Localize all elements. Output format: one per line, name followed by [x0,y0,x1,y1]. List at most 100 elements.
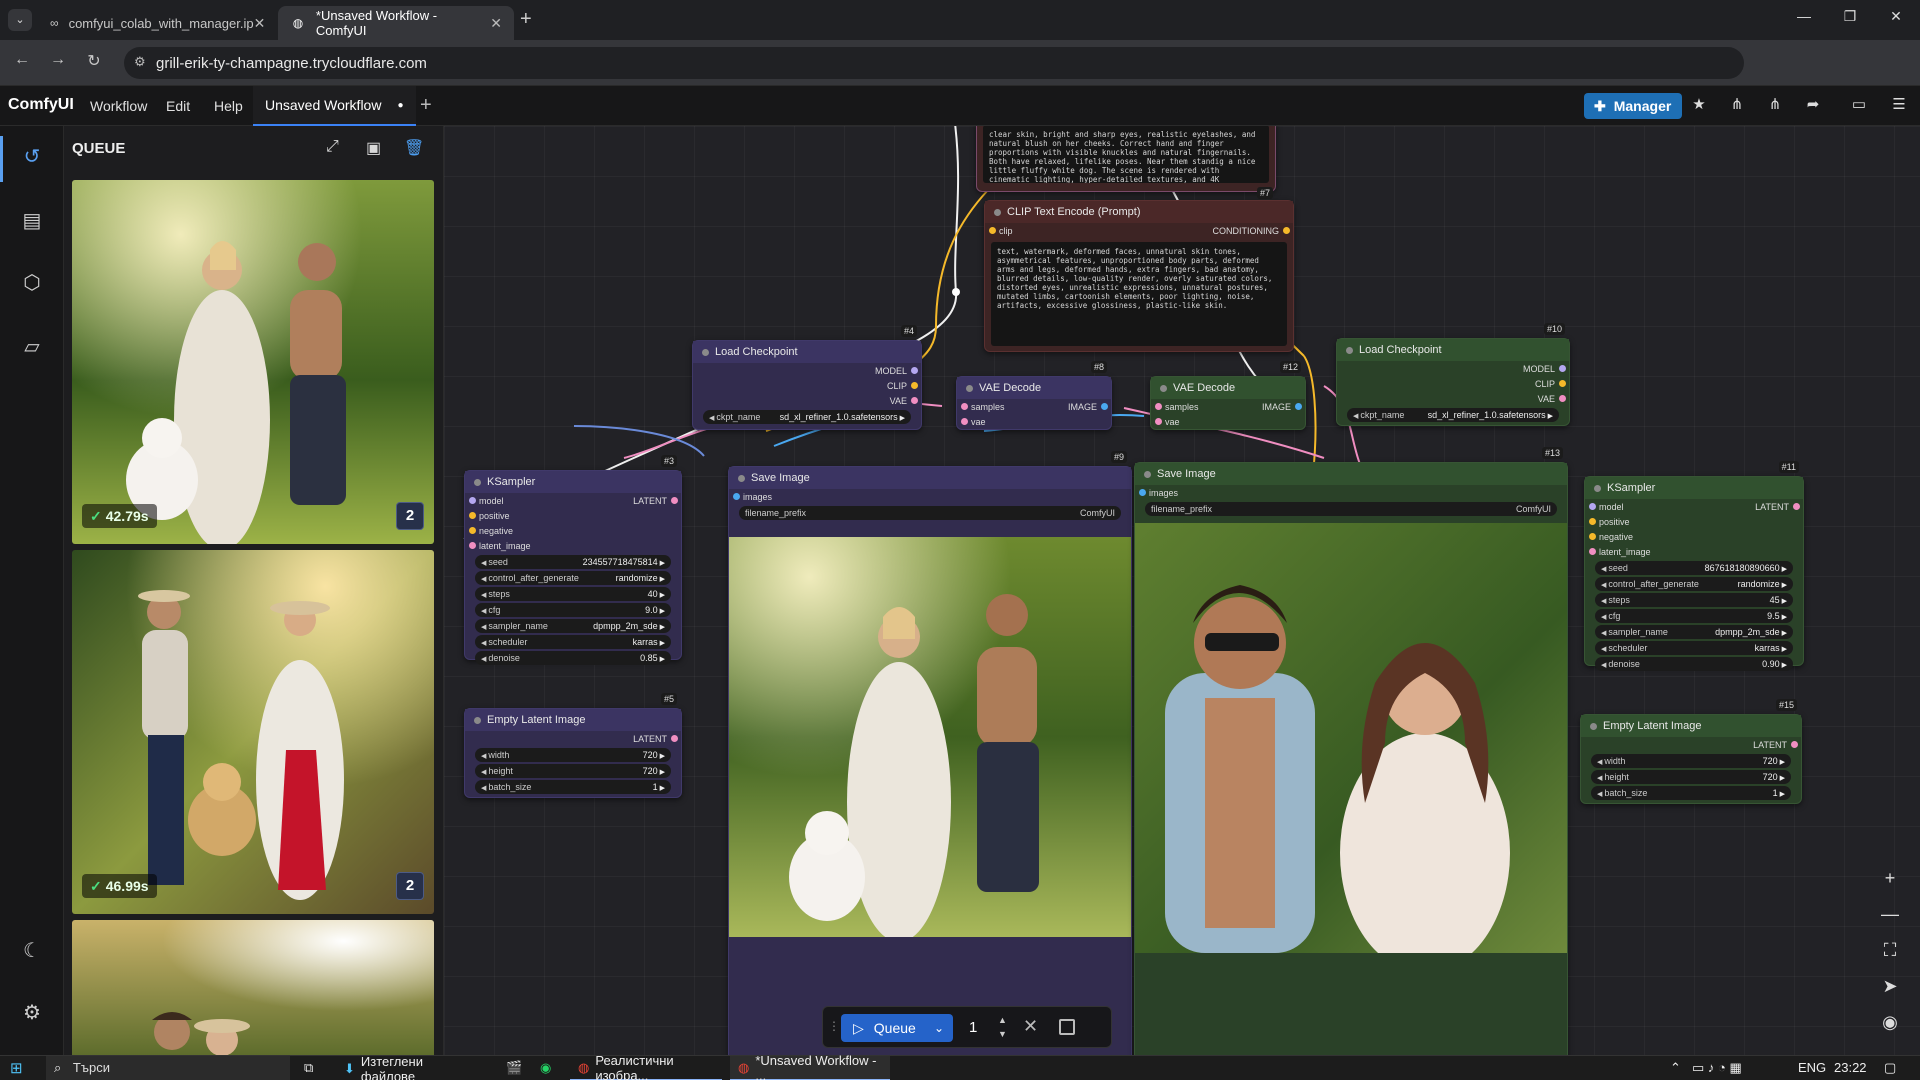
sampler-name-widget[interactable]: sampler_name dpmpp_2m_sde [475,619,671,633]
taskbar-app-chrome-1[interactable]: ◍ Реалистични изобра... [570,1053,722,1080]
clip-text-encode-negative-node[interactable]: CLIP Text Encode (Prompt) clip CONDITION… [984,200,1294,352]
empty-latent-image-node[interactable]: #15 Empty Latent Image LATENT width 720 h… [1580,699,1802,804]
new-tab-button[interactable]: + [520,8,532,31]
width-widget[interactable]: width 720 [475,748,671,762]
new-workflow-button[interactable]: + [420,94,432,117]
height-widget[interactable]: height 720 [475,764,671,778]
forward-button[interactable]: → [46,51,70,75]
positive-prompt-textarea[interactable]: clear skin, bright and sharp eyes, reali… [983,126,1269,183]
seed-widget[interactable]: seed 867618180890660 [1595,561,1793,575]
denoise-widget[interactable]: denoise 0.90 [1595,657,1793,671]
filename-prefix-widget[interactable]: filename_prefix ComfyUI [739,506,1121,520]
output-count-badge[interactable]: 2 [396,872,424,900]
notifications-icon[interactable]: ▢ [1884,1060,1896,1076]
load-checkpoint-node[interactable]: #10 Load Checkpoint MODEL CLIP VAE ckpt_… [1336,323,1570,426]
ksampler-node[interactable]: #3 KSampler model LATENT positive negati… [464,455,682,665]
manager-button[interactable]: ✚ Manager [1584,93,1682,119]
language-indicator[interactable]: ENG [1798,1060,1826,1075]
input-slot-positive[interactable]: positive [1585,514,1803,529]
control-after-generate-widget[interactable]: control_after_generate randomize [1595,577,1793,591]
input-slot-samples[interactable]: samples [957,399,1005,414]
negative-prompt-textarea[interactable]: text, watermark, deformed faces, unnatur… [991,242,1287,346]
clapper-app-icon[interactable]: 🎬 [506,1060,522,1076]
batch-size-widget[interactable]: batch_size 1 [1591,786,1791,800]
cfg-widget[interactable]: cfg 9.0 [475,603,671,617]
queue-mode-dropdown[interactable]: ⌄ [925,1014,953,1042]
menu-help[interactable]: Help [214,98,243,114]
input-slot-negative[interactable]: negative [1585,529,1803,544]
whatsapp-icon[interactable]: ◉ [540,1060,551,1076]
zoom-out-icon[interactable]: — [1870,896,1910,932]
close-icon[interactable]: ✕ [254,15,266,32]
windows-start-icon[interactable]: ⊞ [10,1059,23,1077]
output-image-preview[interactable] [1135,523,1567,953]
scheduler-widget[interactable]: scheduler karras [475,635,671,649]
taskbar-search[interactable]: ⌕ Търси [46,1056,290,1080]
batch-count-input[interactable]: 1 [969,1019,977,1036]
output-slot-model[interactable]: MODEL [693,363,921,378]
vae-decode-node[interactable]: #8 VAE Decode samples IMAGE vae [956,361,1112,430]
ksampler-node[interactable]: #11 KSampler model LATENT positive negat… [1584,461,1804,671]
input-slot-vae[interactable]: vae [957,414,1111,429]
zoom-in-icon[interactable]: + [1870,860,1910,896]
star-icon[interactable]: ★ [1688,95,1710,117]
node-library-icon[interactable]: ▤ [18,208,46,236]
output-slot-latent[interactable]: LATENT [1755,499,1803,514]
sampler-name-widget[interactable]: sampler_name dpmpp_2m_sde [1595,625,1793,639]
window-close-button[interactable]: ✕ [1876,8,1916,32]
save-image-node[interactable]: #9 Save Image images filename_prefix Comf… [728,451,1132,1055]
cancel-icon[interactable]: ✕ [1023,1016,1038,1037]
workflow-tab[interactable]: Unsaved Workflow ● [253,86,416,126]
save-image-node[interactable]: #13 Save Image images filename_prefix Com… [1134,447,1568,1055]
output-slot-image[interactable]: IMAGE [1262,399,1305,414]
input-slot-positive[interactable]: positive [465,508,681,523]
fit-view-icon[interactable]: ⛶ [1870,932,1910,968]
clip-text-encode-positive-node[interactable]: clear skin, bright and sharp eyes, reali… [976,126,1276,199]
empty-latent-image-node[interactable]: #5 Empty Latent Image LATENT width 720 he… [464,693,682,798]
select-mode-icon[interactable]: ➤ [1870,968,1910,1004]
restore-button[interactable]: ❐ [1830,8,1870,32]
output-slot-clip[interactable]: CLIP [693,378,921,393]
panel-toggle-icon[interactable]: ▭ [1848,95,1870,117]
load-checkpoint-node[interactable]: #4 Load Checkpoint MODEL CLIP VAE ckpt_n… [692,325,922,430]
share-icon[interactable]: ➦ [1802,95,1824,117]
stop-icon[interactable] [1059,1019,1075,1035]
tab-search-button[interactable]: ⌄ [8,9,32,31]
graph-canvas[interactable]: clear skin, bright and sharp eyes, reali… [444,126,1920,1055]
theme-moon-icon[interactable]: ☾ [18,938,46,966]
model-icon[interactable]: ⋔ [1726,95,1748,117]
minimize-button[interactable]: — [1784,8,1824,32]
vae-decode-node[interactable]: #12 VAE Decode samples IMAGE vae [1150,361,1306,430]
queue-item[interactable]: ✓ 42.79s 2 [72,180,434,544]
cfg-widget[interactable]: cfg 9.5 [1595,609,1793,623]
output-slot-clip[interactable]: CLIP [1337,376,1569,391]
browser-tab-comfyui[interactable]: ◍ *Unsaved Workflow - ComfyUI ✕ [278,6,514,40]
taskbar-app-downloads[interactable]: ⬇ Изтеглени файлове [336,1054,486,1080]
steps-widget[interactable]: steps 40 [475,587,671,601]
image-gallery-icon[interactable]: ▣ [366,138,381,158]
input-slot-clip[interactable]: clip [985,223,1013,238]
input-slot-images[interactable]: images [1135,485,1567,500]
hamburger-icon[interactable]: ☰ [1888,95,1910,117]
input-slot-samples[interactable]: samples [1151,399,1199,414]
queue-item[interactable] [72,920,434,1055]
output-slot-latent[interactable]: LATENT [633,493,681,508]
input-slot-images[interactable]: images [729,489,1131,504]
filename-prefix-widget[interactable]: filename_prefix ComfyUI [1145,502,1557,516]
close-icon[interactable]: ✕ [490,15,502,32]
input-slot-negative[interactable]: negative [465,523,681,538]
back-button[interactable]: ← [10,51,34,75]
output-slot-vae[interactable]: VAE [1337,391,1569,406]
batch-count-stepper[interactable]: ▲ ▼ [998,1013,1007,1041]
browser-tab-colab[interactable]: ∞ comfyui_colab_with_manager.ip ✕ [38,6,274,40]
queue-history-icon[interactable]: ↺ [18,144,46,172]
output-slot-latent[interactable]: LATENT [465,731,681,746]
trash-icon[interactable]: 🗑 [404,138,424,158]
denoise-widget[interactable]: denoise 0.85 [475,651,671,665]
input-slot-model[interactable]: model [465,493,504,508]
steps-widget[interactable]: steps 45 [1595,593,1793,607]
tray-chevron-icon[interactable]: ⌃ [1670,1060,1681,1076]
output-slot-conditioning[interactable]: CONDITIONING [1213,223,1294,238]
menu-edit[interactable]: Edit [166,98,190,114]
address-bar[interactable]: ⚙ grill-erik-ty-champagne.trycloudflare.… [124,47,1744,79]
